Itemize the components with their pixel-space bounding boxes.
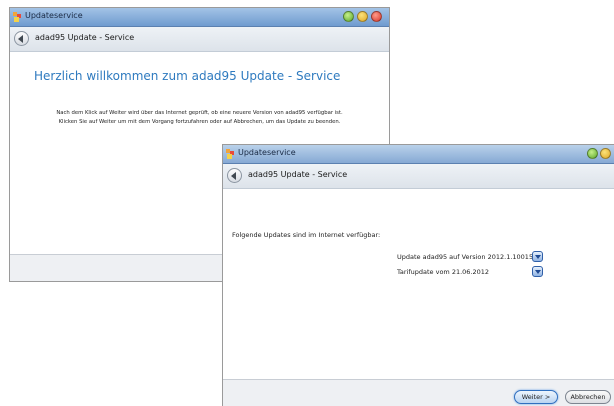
next-button[interactable]: Weiter >: [514, 390, 558, 404]
nav-bar: adad95 Update - Service: [10, 27, 389, 52]
download-icon[interactable]: [532, 251, 543, 262]
description-line-1: Nach dem Klick auf Weiter wird über das …: [56, 110, 343, 116]
description-line-2: Klicken Sie auf Weiter um mit dem Vorgan…: [58, 119, 341, 125]
nav-title: adad95 Update - Service: [248, 170, 348, 179]
maximize-button[interactable]: [600, 148, 611, 159]
back-button[interactable]: [14, 31, 29, 46]
welcome-heading: Herzlich willkommen zum adad95 Update - …: [34, 69, 341, 83]
download-icon[interactable]: [532, 266, 543, 277]
nav-title: adad95 Update - Service: [35, 33, 135, 42]
back-button[interactable]: [227, 168, 242, 183]
update-item-label: Update adad95 auf Version 2012.1.10015: [397, 253, 534, 261]
updates-window: Updateservice adad95 Update - Service Fo…: [222, 144, 614, 406]
close-button[interactable]: [371, 11, 382, 22]
cancel-button[interactable]: Abbrechen: [565, 390, 611, 404]
app-icon: [13, 12, 22, 22]
update-item-label: Tarifupdate vom 21.06.2012: [397, 268, 490, 276]
minimize-button[interactable]: [343, 11, 354, 22]
minimize-button[interactable]: [587, 148, 598, 159]
updates-label: Folgende Updates sind im Internet verfüg…: [232, 231, 381, 239]
window-title: Updateservice: [238, 148, 296, 157]
maximize-button[interactable]: [357, 11, 368, 22]
back-arrow-icon: [231, 172, 236, 180]
app-icon: [226, 149, 235, 159]
nav-bar: adad95 Update - Service: [223, 164, 614, 189]
title-bar[interactable]: Updateservice: [10, 8, 389, 27]
back-arrow-icon: [18, 35, 23, 43]
title-bar[interactable]: Updateservice: [223, 145, 614, 164]
window-title: Updateservice: [25, 11, 83, 20]
